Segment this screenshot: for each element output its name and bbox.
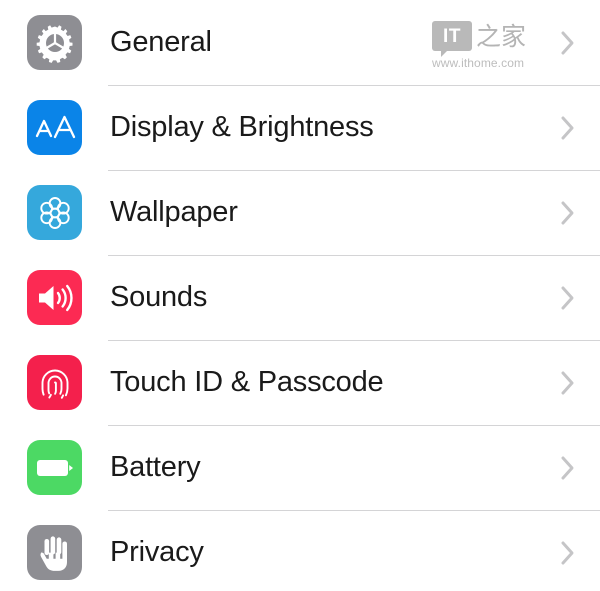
settings-row-battery[interactable]: Battery bbox=[0, 425, 600, 510]
settings-row-label: Battery bbox=[110, 451, 201, 483]
flower-rosette-icon bbox=[27, 185, 82, 240]
settings-row-label: Wallpaper bbox=[110, 196, 238, 228]
settings-row-general[interactable]: General bbox=[0, 0, 600, 85]
chevron-right-icon[interactable] bbox=[559, 367, 577, 399]
settings-row-display-brightness[interactable]: Display & Brightness bbox=[0, 85, 600, 170]
chevron-right-icon[interactable] bbox=[559, 452, 577, 484]
fingerprint-icon bbox=[27, 355, 82, 410]
chevron-right-icon[interactable] bbox=[559, 197, 577, 229]
settings-row-label: Privacy bbox=[110, 536, 204, 568]
raised-hand-icon bbox=[27, 525, 82, 580]
settings-row-privacy[interactable]: Privacy bbox=[0, 510, 600, 591]
gear-icon bbox=[27, 15, 82, 70]
settings-row-touch-id-passcode[interactable]: Touch ID & Passcode bbox=[0, 340, 600, 425]
chevron-right-icon[interactable] bbox=[559, 537, 577, 569]
settings-list: General Display & Brightness Wallpaper S… bbox=[0, 0, 600, 591]
settings-row-sounds[interactable]: Sounds bbox=[0, 255, 600, 340]
settings-row-label: Sounds bbox=[110, 281, 208, 313]
chevron-right-icon[interactable] bbox=[559, 112, 577, 144]
chevron-right-icon[interactable] bbox=[559, 27, 577, 59]
text-size-aa-icon bbox=[27, 100, 82, 155]
settings-row-wallpaper[interactable]: Wallpaper bbox=[0, 170, 600, 255]
battery-icon bbox=[27, 440, 82, 495]
chevron-right-icon[interactable] bbox=[559, 282, 577, 314]
settings-row-label: Display & Brightness bbox=[110, 111, 374, 143]
settings-row-label: General bbox=[110, 26, 212, 58]
settings-row-label: Touch ID & Passcode bbox=[110, 366, 384, 398]
speaker-waves-icon bbox=[27, 270, 82, 325]
